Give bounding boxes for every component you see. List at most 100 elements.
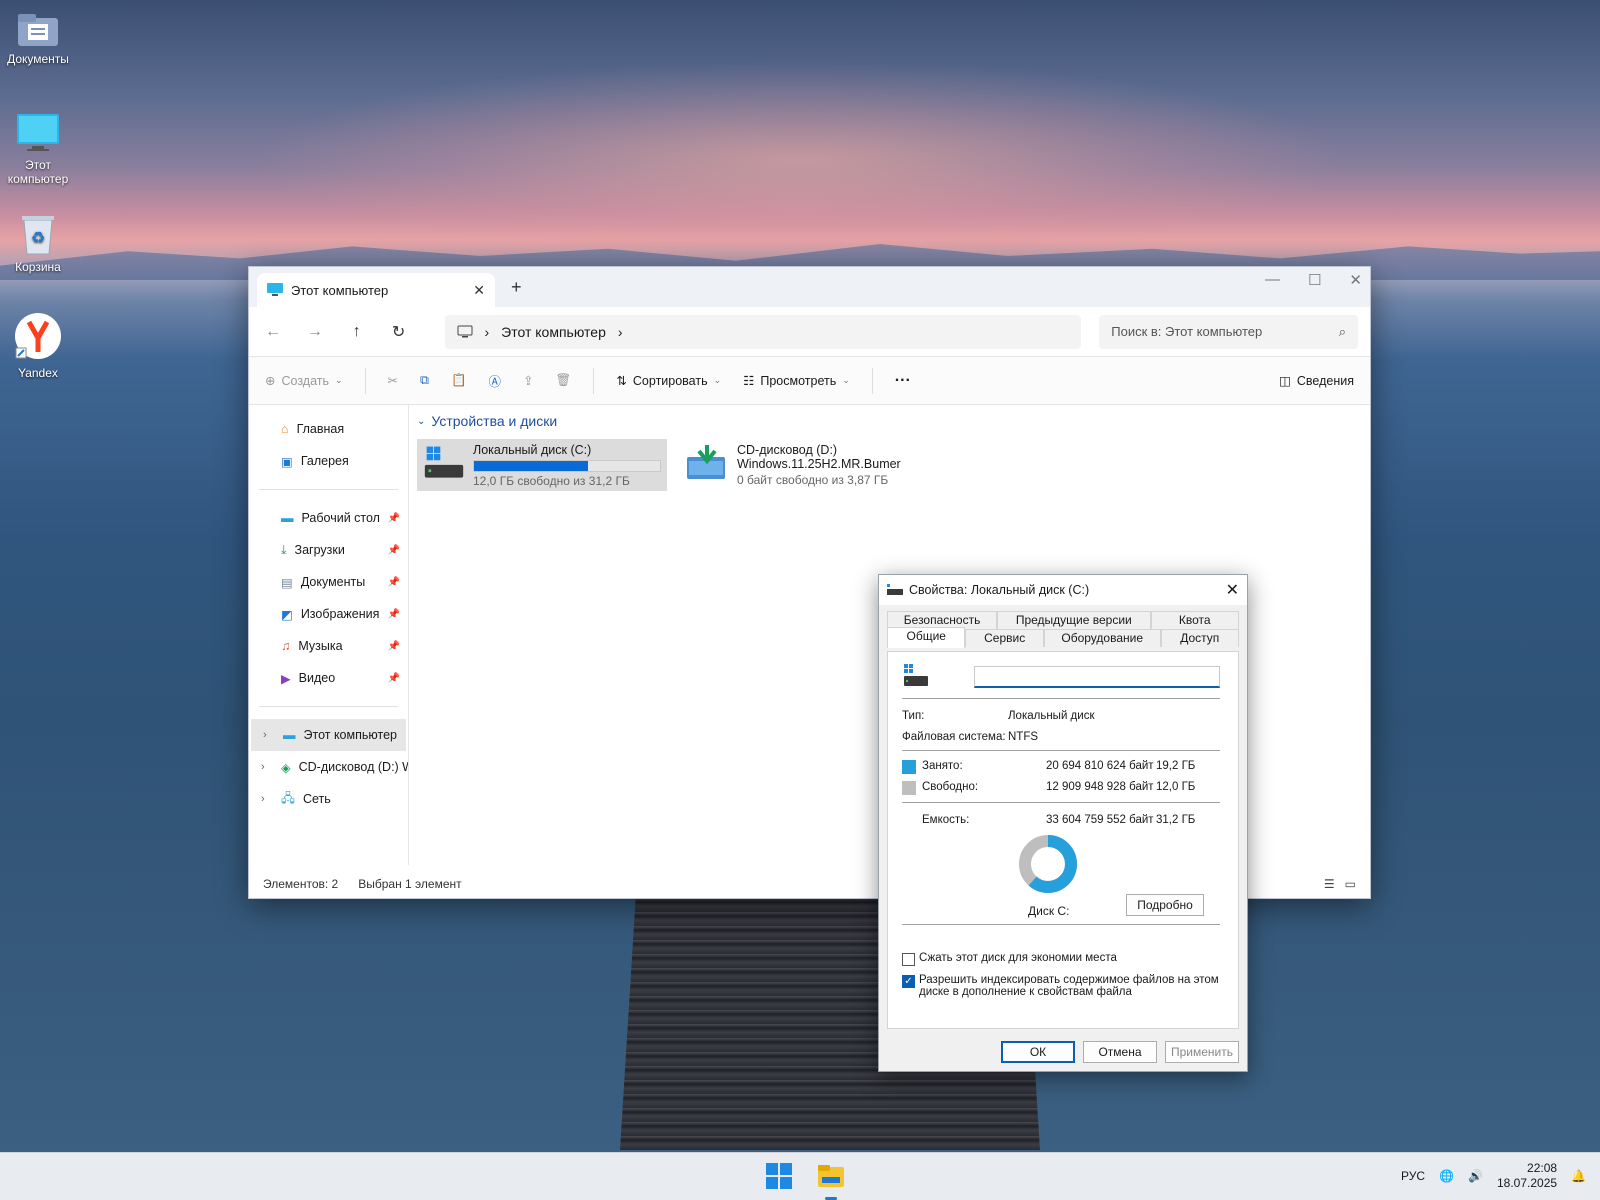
input-language[interactable]: РУС: [1401, 1169, 1425, 1183]
create-button[interactable]: ⊕ Создать ⌄: [265, 373, 343, 389]
more-options-button[interactable]: ···: [895, 372, 911, 390]
tab-tools[interactable]: Сервис: [965, 629, 1044, 647]
taskbar-file-explorer[interactable]: [816, 1161, 846, 1200]
drive-small-icon: [887, 584, 903, 595]
tiles-view-icon[interactable]: ▭: [1345, 877, 1356, 891]
tab-previous-versions[interactable]: Предыдущие версии: [997, 611, 1151, 629]
close-dialog-icon[interactable]: ✕: [1226, 580, 1239, 600]
nav-item-music[interactable]: ♫ Музыка 📌: [249, 630, 408, 662]
share-button[interactable]: ⇪: [523, 373, 533, 388]
address-bar[interactable]: › Этот компьютер ›: [444, 314, 1082, 349]
rename-button[interactable]: Ⓐ: [489, 371, 502, 390]
nav-item-this-pc[interactable]: › ▬ Этот компьютер: [251, 719, 406, 751]
nav-item-documents[interactable]: ▤ Документы 📌: [249, 566, 408, 598]
pin-icon[interactable]: 📌: [388, 513, 400, 524]
desktop-icon-this-pc[interactable]: Этот компьютер: [0, 112, 78, 186]
nav-item-cd-drive[interactable]: › ◈ CD-дисковод (D:) W: [249, 751, 408, 783]
nav-item-desktop[interactable]: ▬ Рабочий стол 📌: [249, 502, 408, 534]
nav-item-images[interactable]: ◩ Изображения 📌: [249, 598, 408, 630]
delete-button[interactable]: 🗑: [556, 373, 572, 388]
recycle-bin-icon: ♻: [22, 216, 54, 255]
filesystem-label: Файловая система:: [902, 731, 1006, 743]
scissors-icon: ✂: [387, 374, 399, 388]
type-label: Тип:: [902, 710, 925, 722]
up-button[interactable]: ↑: [345, 323, 369, 341]
nav-item-downloads[interactable]: ⤓ Загрузки 📌: [249, 534, 408, 566]
monitor-icon: [267, 283, 283, 296]
cd-drive-icon: [687, 445, 725, 479]
volume-icon[interactable]: 🔊: [1468, 1169, 1483, 1183]
checkbox-checked-icon[interactable]: ✓: [902, 975, 915, 988]
new-tab-button[interactable]: +: [511, 277, 522, 298]
tab-this-pc[interactable]: Этот компьютер ✕: [257, 273, 495, 307]
disk-cleanup-button[interactable]: Подробно: [1126, 894, 1204, 916]
drive-usage-bar: [473, 460, 661, 472]
nav-item-gallery[interactable]: ▣ Галерея: [249, 445, 408, 477]
start-windows-icon[interactable]: [764, 1161, 794, 1191]
copy-button[interactable]: ⧉: [420, 373, 429, 388]
hard-drive-icon: [904, 664, 928, 686]
back-button[interactable]: ←: [261, 323, 285, 341]
cut-button[interactable]: ✂: [388, 373, 398, 388]
tab-general[interactable]: Общие: [887, 627, 966, 648]
drive-name: Локальный диск (C:): [473, 443, 592, 457]
index-checkbox[interactable]: ✓ Разрешить индексировать содержимое фай…: [902, 974, 1219, 998]
refresh-button[interactable]: ↻: [387, 322, 411, 342]
network-globe-icon[interactable]: 🌐: [1439, 1169, 1454, 1183]
paste-button[interactable]: 📋: [451, 373, 467, 388]
trash-icon: 🗑: [555, 373, 572, 387]
chevron-right-icon[interactable]: ›: [261, 793, 265, 805]
pin-icon[interactable]: 📌: [388, 641, 400, 652]
hard-drive-icon: [424, 446, 464, 478]
pin-icon[interactable]: 📌: [388, 673, 400, 684]
details-pane-button[interactable]: ◫ Сведения: [1279, 373, 1354, 389]
close-window-button[interactable]: ✕: [1349, 271, 1362, 289]
rename-icon: Ⓐ: [488, 375, 502, 389]
nav-item-network[interactable]: › 🖧 Сеть: [249, 783, 408, 815]
desktop-icon-yandex[interactable]: Yandex: [0, 312, 78, 380]
nav-item-home[interactable]: ⌂ Главная: [249, 413, 408, 445]
tab-hardware[interactable]: Оборудование: [1043, 629, 1161, 647]
pin-icon[interactable]: 📌: [388, 577, 400, 588]
chevron-down-icon: ⌄: [842, 375, 850, 385]
chevron-right-icon[interactable]: ›: [261, 761, 265, 773]
minimize-button[interactable]: —: [1265, 271, 1280, 289]
drive-tile-c[interactable]: Локальный диск (C:) 12,0 ГБ свободно из …: [417, 439, 667, 491]
tab-sharing[interactable]: Доступ: [1160, 629, 1239, 647]
desktop-icon-documents[interactable]: Документы: [0, 12, 78, 66]
cd-drive-icon: ◈: [281, 760, 291, 775]
maximize-button[interactable]: ☐: [1308, 271, 1321, 289]
desktop-icon-recycle-bin[interactable]: ♻ Корзина: [0, 212, 78, 274]
breadcrumb-chevron-icon[interactable]: ›: [618, 324, 623, 340]
close-tab-icon[interactable]: ✕: [473, 282, 485, 299]
search-input[interactable]: Поиск в: Этот компьютер ⌕: [1099, 314, 1358, 349]
capacity-row: Емкость: 33 604 759 552 байт 31,2 ГБ: [902, 814, 1195, 826]
nav-item-video[interactable]: ▶ Видео 📌: [249, 662, 408, 694]
forward-button[interactable]: →: [303, 323, 327, 341]
details-view-icon[interactable]: ☰: [1324, 877, 1335, 891]
compress-checkbox[interactable]: Сжать этот диск для экономии места: [902, 952, 1117, 966]
pin-icon[interactable]: 📌: [388, 609, 400, 620]
pin-icon[interactable]: 📌: [388, 545, 400, 556]
apply-button[interactable]: Применить: [1165, 1041, 1239, 1063]
sort-button[interactable]: ⇅ Сортировать ⌄: [616, 373, 721, 389]
copy-icon: ⧉: [420, 373, 429, 387]
index-label: Разрешить индексировать содержимое файло…: [919, 974, 1219, 998]
chevron-right-icon[interactable]: ›: [263, 729, 267, 741]
notification-bell-icon[interactable]: 🔔: [1571, 1169, 1586, 1183]
chevron-down-icon: ⌄: [335, 375, 343, 385]
checkbox-unchecked[interactable]: [902, 953, 915, 966]
cancel-button[interactable]: Отмена: [1083, 1041, 1157, 1063]
clock[interactable]: 22:08 18.07.2025: [1497, 1161, 1557, 1191]
breadcrumb-this-pc[interactable]: Этот компьютер: [501, 324, 606, 340]
search-placeholder: Поиск в: Этот компьютер: [1111, 324, 1263, 339]
nav-label: Главная: [296, 422, 345, 436]
nav-label: Музыка: [298, 639, 343, 653]
ok-button[interactable]: ОК: [1001, 1041, 1075, 1063]
drive-tile-d[interactable]: CD-дисковод (D:) Windows.11.25H2.MR.Bume…: [679, 439, 919, 491]
view-button[interactable]: ☷ Просмотреть ⌄: [743, 373, 850, 389]
volume-name-input[interactable]: [974, 666, 1220, 688]
used-row: Занято: 20 694 810 624 байт 19,2 ГБ: [902, 760, 1195, 774]
tab-quota[interactable]: Квота: [1150, 611, 1239, 629]
section-header-devices[interactable]: ⌄ Устройства и диски: [417, 405, 1370, 429]
